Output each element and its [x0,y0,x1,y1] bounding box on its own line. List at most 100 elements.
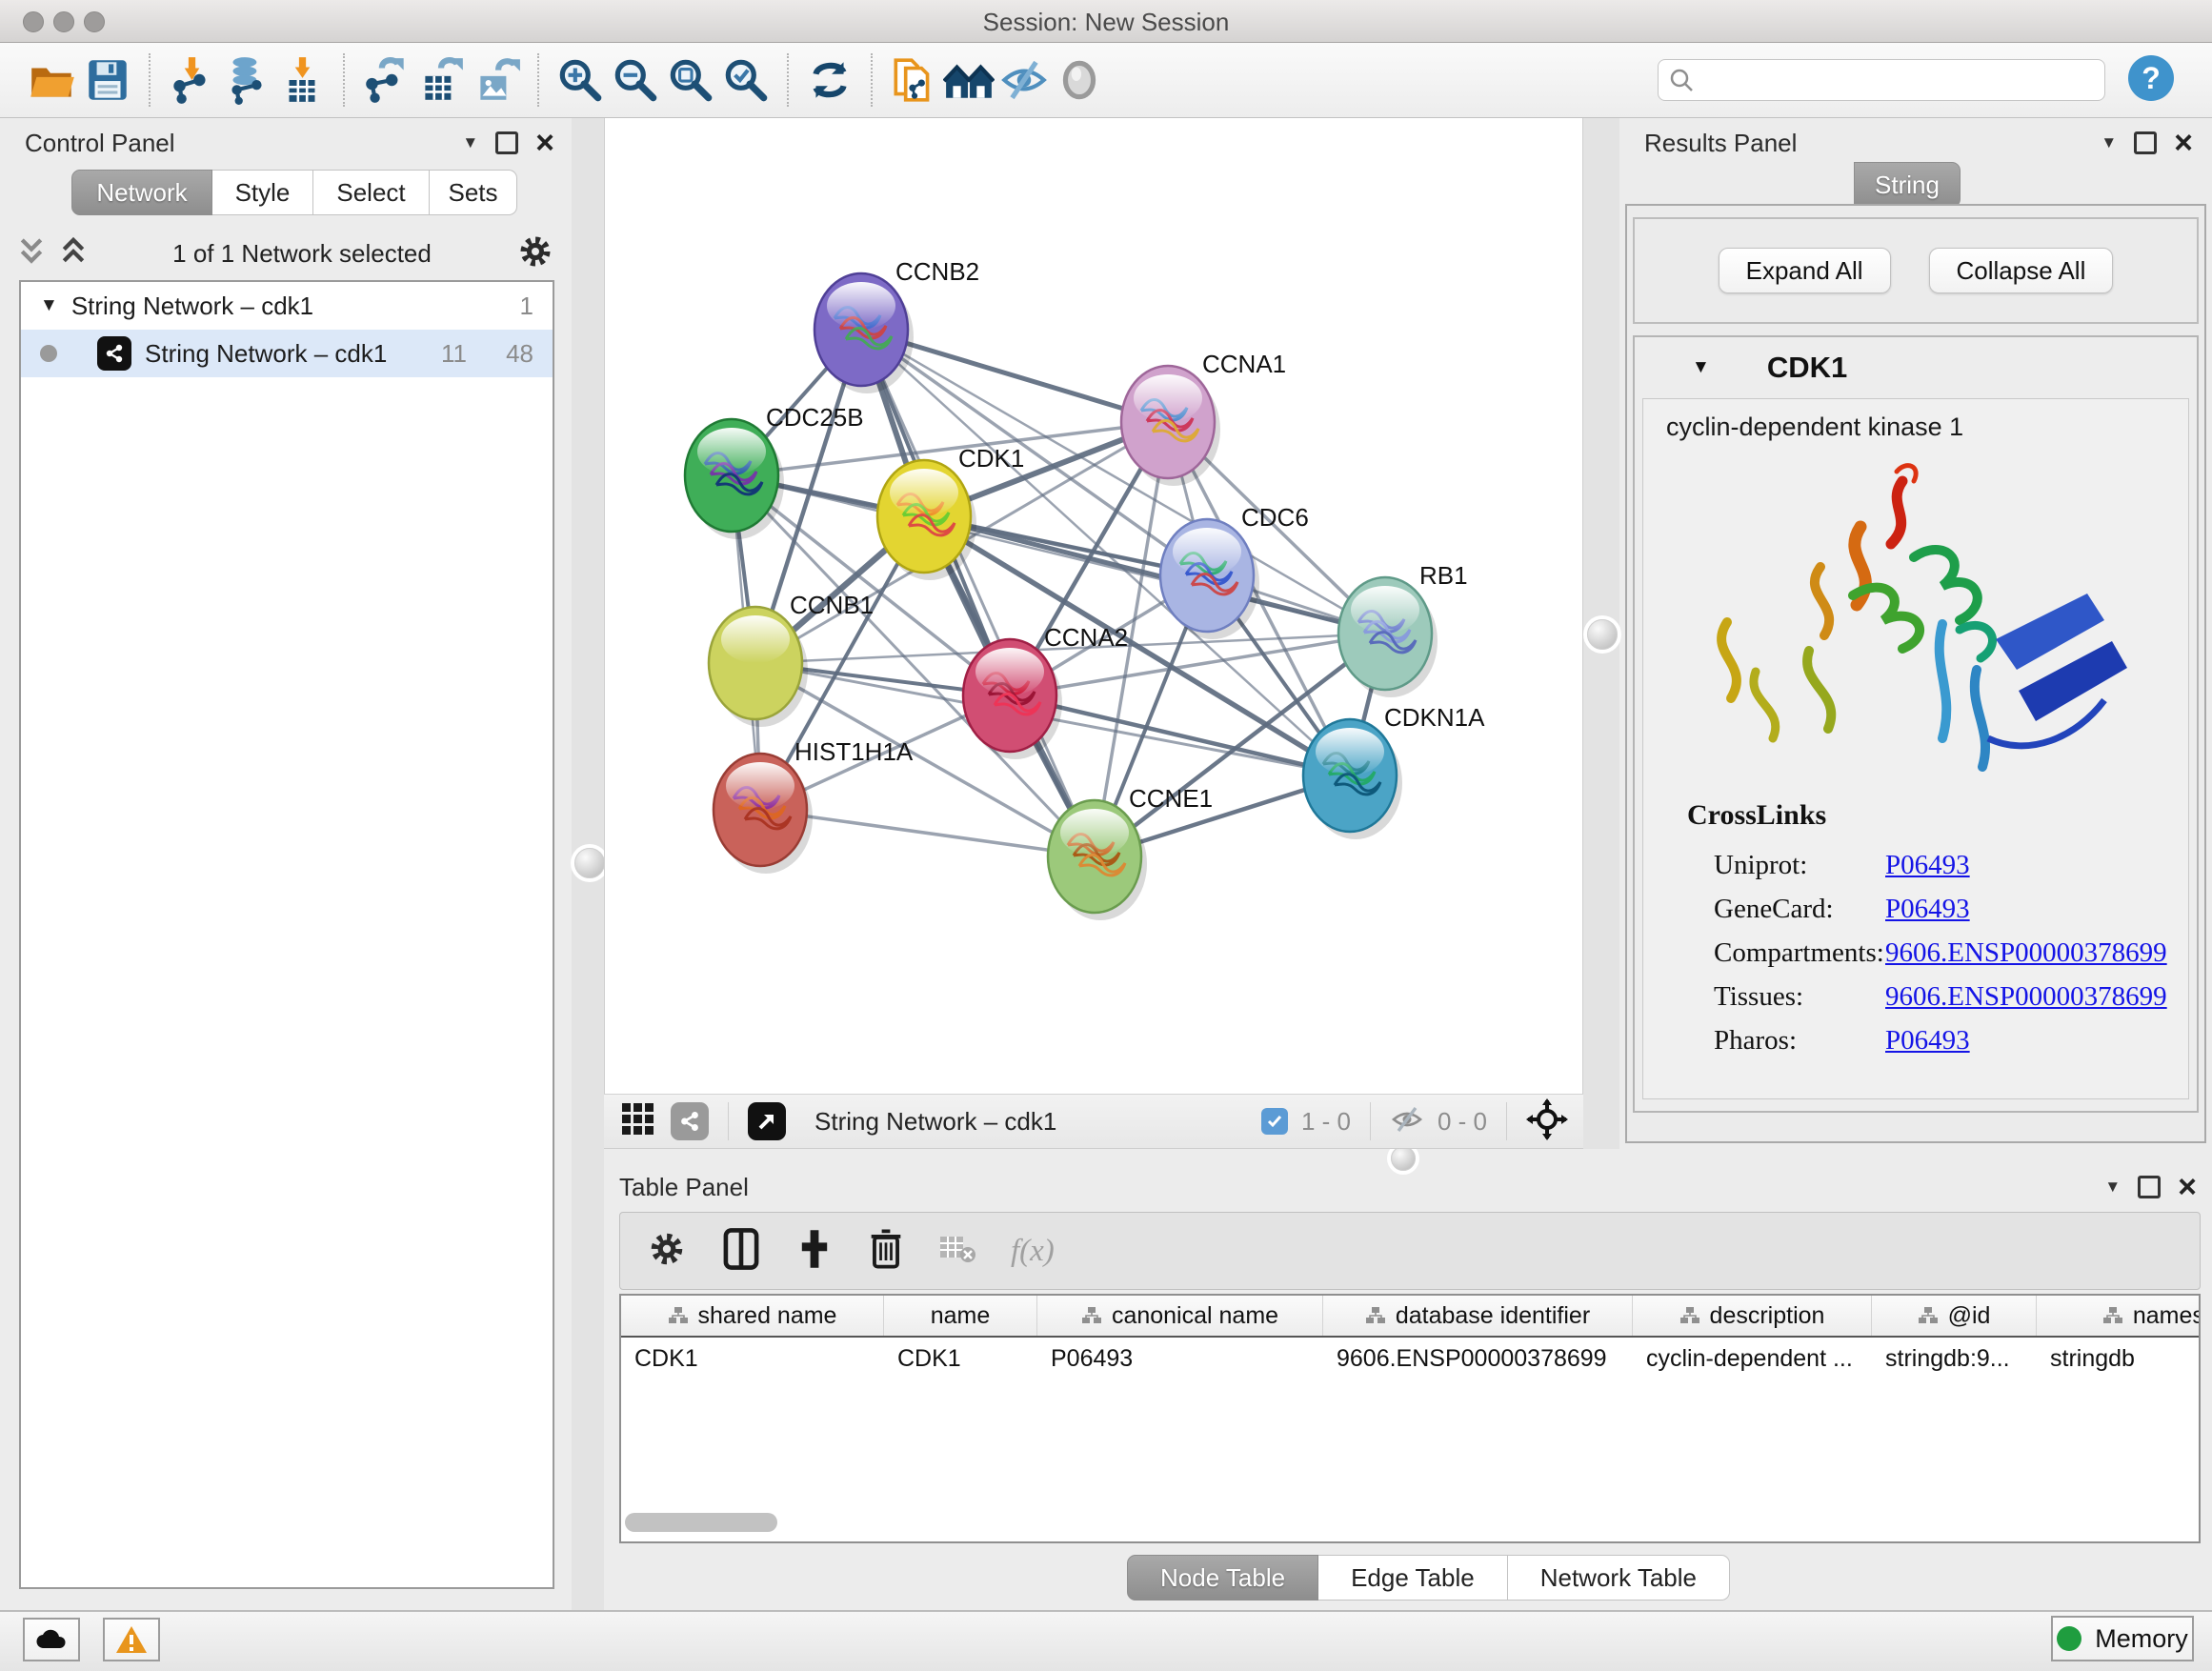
table-cell[interactable]: 9606.ENSP00000378699 [1323,1345,1633,1373]
hidden-count-eye-slash-icon[interactable] [1390,1105,1424,1138]
control-panel-float-icon[interactable] [495,131,518,154]
table-cell[interactable]: P06493 [1037,1345,1323,1373]
birdseye-navigator-icon[interactable] [1526,1098,1568,1145]
search-field[interactable] [1658,59,2105,101]
tab-network[interactable]: Network [71,170,212,215]
network-collection-row[interactable]: ▼ String Network – cdk1 1 [21,282,553,330]
table-horizontal-scrollbar[interactable] [625,1513,777,1532]
tab-style[interactable]: Style [212,170,313,215]
grid-view-icon[interactable] [619,1100,657,1143]
table-cell[interactable]: stringdb [2037,1345,2201,1373]
left-splitter-handle[interactable] [574,848,605,878]
node-RB1[interactable]: RB1 [1338,561,1468,697]
node-HIST1H1A[interactable]: HIST1H1A [714,737,914,874]
help-button[interactable]: ? [2128,55,2174,101]
column-header-namespace[interactable]: namespace [2037,1296,2201,1336]
table-cell[interactable]: stringdb:9... [1872,1345,2037,1373]
toolbar-separator [787,53,789,107]
open-session-folder-icon[interactable] [25,51,80,109]
network-canvas[interactable]: CCNB2CCNA1CDC25BCDK1CDC6RB1CCNB1CCNA2CDK… [604,118,1583,1094]
network-panel-gear-icon[interactable] [516,232,554,275]
column-header-shared-name[interactable]: shared name [621,1296,884,1336]
search-input[interactable] [1695,66,2104,94]
results-panel-collapse-icon[interactable]: ▼ [2101,133,2117,152]
node-CDK1[interactable]: CDK1 [877,444,1024,580]
show-columns-icon[interactable] [721,1227,761,1276]
show-all-eye-icon[interactable] [1052,51,1107,109]
column-header-description[interactable]: description [1633,1296,1872,1336]
import-table-file-icon[interactable] [274,51,330,109]
column-header--id[interactable]: @id [1872,1296,2037,1336]
network-row-selected[interactable]: String Network – cdk1 11 48 [21,330,553,377]
tab-edge-table[interactable]: Edge Table [1318,1555,1508,1601]
node-table[interactable]: shared namenamecanonical namedatabase id… [619,1294,2201,1543]
right-splitter-handle[interactable] [1587,619,1618,650]
tab-node-table[interactable]: Node Table [1127,1555,1318,1601]
string-network-graph[interactable]: CCNB2CCNA1CDC25BCDK1CDC6RB1CCNB1CCNA2CDK… [605,118,1582,1092]
detach-view-icon[interactable] [748,1102,786,1140]
edge-count: 48 [480,339,533,369]
warnings-button[interactable] [103,1618,160,1661]
import-network-file-icon[interactable] [164,51,219,109]
export-image-icon[interactable] [469,51,524,109]
node-CCNA1[interactable]: CCNA1 [1121,350,1286,486]
expand-all-networks-icon[interactable] [59,235,88,272]
gene-expander-icon[interactable]: ▼ [1692,357,1710,378]
collapse-all-networks-icon[interactable] [17,235,46,272]
node-CDKN1A[interactable]: CDKN1A [1303,703,1485,839]
window-title: Session: New Session [0,8,2212,37]
view-toolbar-separator [1506,1102,1507,1140]
edge-CDK1-RB1[interactable] [924,516,1385,634]
expand-all-button[interactable]: Expand All [1719,248,1891,293]
zoom-fit-icon[interactable] [663,51,718,109]
tab-string[interactable]: String [1854,162,1961,208]
zoom-in-icon[interactable] [553,51,608,109]
selected-count-checkbox-icon[interactable] [1261,1108,1288,1135]
export-network-icon[interactable] [358,51,413,109]
table-cell[interactable]: CDK1 [621,1345,884,1373]
apply-layout-icon[interactable] [802,51,857,109]
crosslink-link[interactable]: P06493 [1885,1025,1970,1057]
clone-network-icon[interactable] [886,51,941,109]
column-header-name[interactable]: name [884,1296,1037,1336]
node-CDC6[interactable]: CDC6 [1160,503,1309,639]
column-header-database-identifier[interactable]: database identifier [1323,1296,1633,1336]
results-panel-close-icon[interactable]: × [2174,133,2193,152]
add-column-icon[interactable] [795,1228,834,1275]
table-panel-collapse-icon[interactable]: ▼ [2104,1178,2121,1197]
memory-indicator[interactable]: Memory [2051,1616,2194,1661]
cloud-button[interactable] [23,1618,80,1661]
crosslink-link[interactable]: 9606.ENSP00000378699 [1885,937,2167,969]
table-gear-icon[interactable] [647,1229,687,1274]
delete-column-trash-icon[interactable] [868,1227,904,1276]
export-table-icon[interactable] [413,51,469,109]
crosslink-link[interactable]: P06493 [1885,850,1970,881]
edge-CCNB2-CCNE1[interactable] [861,330,1095,856]
table-panel-close-icon[interactable]: × [2178,1178,2197,1197]
table-panel-float-icon[interactable] [2138,1176,2161,1198]
save-session-icon[interactable] [80,51,135,109]
table-cell[interactable]: CDK1 [884,1345,1037,1373]
crosslink-link[interactable]: P06493 [1885,894,1970,925]
results-panel-float-icon[interactable] [2134,131,2157,154]
control-panel-close-icon[interactable]: × [535,133,554,152]
tab-select[interactable]: Select [313,170,430,215]
collection-expander-icon[interactable]: ▼ [40,295,58,316]
table-cell[interactable]: cyclin-dependent ... [1633,1345,1872,1373]
tab-sets[interactable]: Sets [430,170,517,215]
current-network-dot-icon [40,345,57,362]
hide-selected-eye-slash-icon[interactable] [996,51,1052,109]
import-network-database-icon[interactable] [219,51,274,109]
tab-network-table[interactable]: Network Table [1508,1555,1730,1601]
zoom-out-icon[interactable] [608,51,663,109]
column-header-canonical-name[interactable]: canonical name [1037,1296,1323,1336]
collapse-all-button[interactable]: Collapse All [1929,248,2114,293]
control-panel-collapse-icon[interactable]: ▼ [462,133,478,152]
zoom-selected-icon[interactable] [718,51,774,109]
string-home-houses-icon[interactable] [941,51,996,109]
node-CCNB2[interactable]: CCNB2 [814,257,979,393]
collection-count: 1 [520,292,533,321]
network-overview-share-icon[interactable] [671,1102,709,1140]
crosslink-link[interactable]: 9606.ENSP00000378699 [1885,981,2167,1013]
table-row[interactable]: CDK1CDK1P064939606.ENSP00000378699cyclin… [621,1338,2199,1379]
